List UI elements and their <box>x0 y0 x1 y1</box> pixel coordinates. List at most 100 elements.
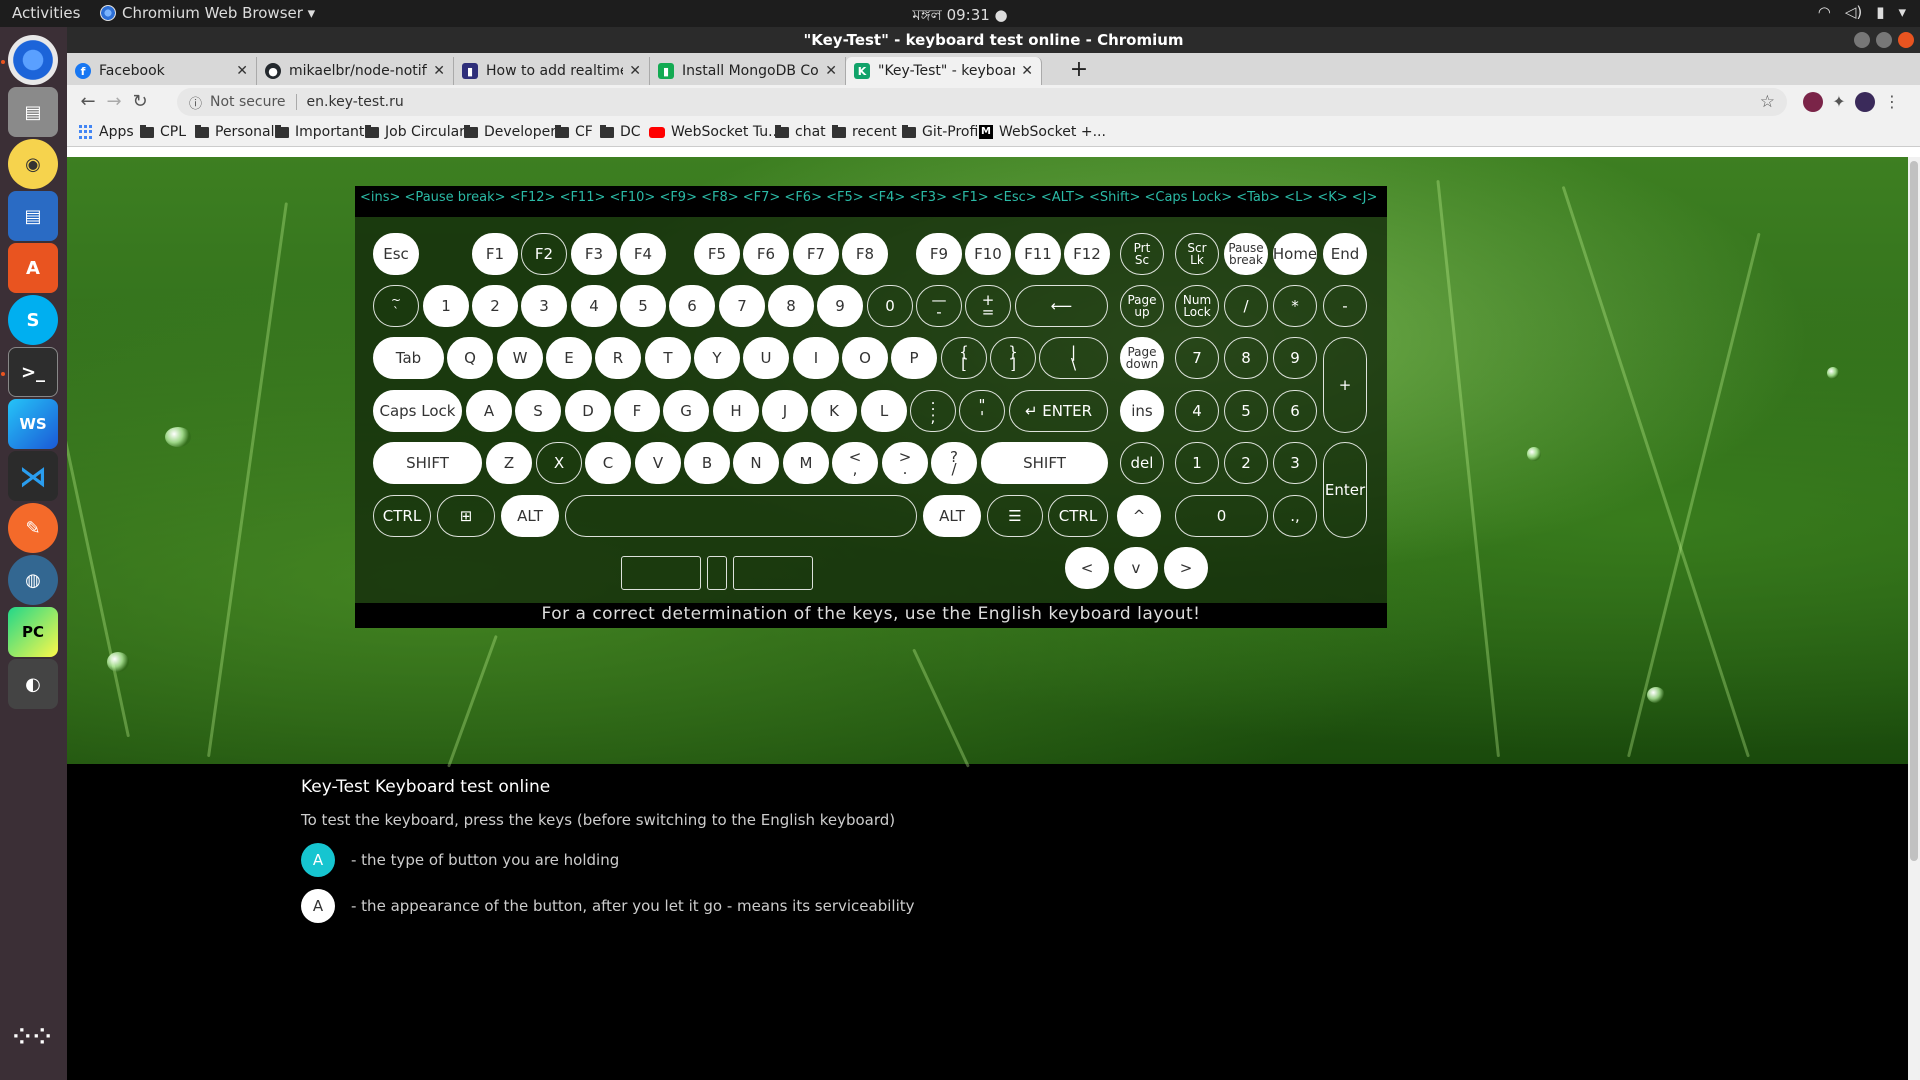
webstorm-dock-icon[interactable]: WS <box>8 399 58 449</box>
bookmark-git-profile[interactable]: Git-Profile <box>902 124 991 140</box>
bookmark-developer[interactable]: Developer <box>464 124 556 140</box>
key-npdiv[interactable]: / <box>1224 285 1268 327</box>
forward-icon[interactable]: → <box>103 91 125 113</box>
key-minus[interactable]: — - <box>916 285 962 327</box>
activities-button[interactable]: Activities <box>12 4 80 22</box>
key-d3[interactable]: 3 <box>521 285 567 327</box>
tab-key-test[interactable]: K "Key-Test" - keyboard test ✕ <box>846 57 1042 85</box>
key-b[interactable]: B <box>684 442 730 484</box>
key-np3[interactable]: 3 <box>1273 442 1317 484</box>
close-tab-icon[interactable]: ✕ <box>825 63 837 79</box>
minimize-icon[interactable] <box>1854 32 1870 48</box>
key-d2[interactable]: 2 <box>472 285 518 327</box>
bookmark-job-circular[interactable]: Job Circular <box>365 124 465 140</box>
close-tab-icon[interactable]: ✕ <box>433 63 445 79</box>
key-f10[interactable]: F10 <box>965 233 1011 275</box>
key-x[interactable]: X <box>536 442 582 484</box>
close-tab-icon[interactable]: ✕ <box>629 63 641 79</box>
key-npdot[interactable]: ., <box>1273 495 1317 537</box>
key-semi[interactable]: : ; <box>910 390 956 432</box>
key-lbrace[interactable]: { [ <box>941 337 987 379</box>
reload-icon[interactable]: ↻ <box>129 91 151 113</box>
key-f9[interactable]: F9 <box>916 233 962 275</box>
extensions-puzzle-icon[interactable]: ✦ <box>1829 92 1849 112</box>
back-icon[interactable]: ← <box>77 91 99 113</box>
app-menu[interactable]: Chromium Web Browser ▾ <box>100 4 315 22</box>
key-right[interactable]: > <box>1164 547 1208 589</box>
key-i[interactable]: I <box>793 337 839 379</box>
bookmark-personal[interactable]: Personal <box>195 124 275 140</box>
key-u[interactable]: U <box>743 337 789 379</box>
key-prtsc[interactable]: Prt Sc <box>1120 233 1164 275</box>
key-k[interactable]: K <box>811 390 857 432</box>
key-s[interactable]: S <box>515 390 561 432</box>
key-f12[interactable]: F12 <box>1064 233 1110 275</box>
key-c[interactable]: C <box>585 442 631 484</box>
close-icon[interactable] <box>1898 32 1914 48</box>
key-d[interactable]: D <box>565 390 611 432</box>
key-d4[interactable]: 4 <box>571 285 617 327</box>
bookmark-chat[interactable]: chat <box>775 124 826 140</box>
menu-kebab-icon[interactable]: ⋮ <box>1882 92 1902 112</box>
key-np2[interactable]: 2 <box>1224 442 1268 484</box>
rhythmbox-dock-icon[interactable]: ◉ <box>8 139 58 189</box>
key-down[interactable]: v <box>1114 547 1158 589</box>
files-dock-icon[interactable]: ▤ <box>8 87 58 137</box>
key-g[interactable]: G <box>663 390 709 432</box>
key-bslash[interactable]: | \ <box>1039 337 1108 379</box>
gimp-dock-icon[interactable]: ◐ <box>8 659 58 709</box>
key-np9[interactable]: 9 <box>1273 337 1317 379</box>
key-e[interactable]: E <box>546 337 592 379</box>
key-h[interactable]: H <box>713 390 759 432</box>
close-tab-icon[interactable]: ✕ <box>236 63 248 79</box>
key-j[interactable]: J <box>762 390 808 432</box>
key-comma[interactable]: < , <box>832 442 878 484</box>
postman-dock-icon[interactable]: ✎ <box>8 503 58 553</box>
key-home[interactable]: Home <box>1273 233 1317 275</box>
key-o[interactable]: O <box>842 337 888 379</box>
pgadmin-dock-icon[interactable]: ◍ <box>8 555 58 605</box>
key-t[interactable]: T <box>645 337 691 379</box>
address-bar[interactable]: ⓘ Not secure en.key-test.ru ☆ <box>177 88 1787 116</box>
key-v[interactable]: V <box>635 442 681 484</box>
info-icon[interactable]: ⓘ <box>189 93 202 112</box>
key-m[interactable]: M <box>783 442 829 484</box>
key-npenter[interactable]: Enter <box>1323 442 1367 538</box>
key-quote[interactable]: " ' <box>959 390 1005 432</box>
key-np1[interactable]: 1 <box>1175 442 1219 484</box>
key-np7[interactable]: 7 <box>1175 337 1219 379</box>
key-space[interactable] <box>565 495 917 537</box>
key-r[interactable]: R <box>595 337 641 379</box>
key-caps[interactable]: Caps Lock <box>373 390 462 432</box>
key-np0[interactable]: 0 <box>1175 495 1268 537</box>
key-scrlk[interactable]: Scr Lk <box>1175 233 1219 275</box>
key-backspace[interactable]: ⟵ <box>1015 285 1108 327</box>
tab-realtime-notif[interactable]: ▮ How to add realtime notif ✕ <box>454 57 650 85</box>
terminal-dock-icon[interactable]: >_ <box>8 347 58 397</box>
show-applications-icon[interactable]: ⁘⁘ <box>8 1012 58 1062</box>
key-ralt[interactable]: ALT <box>923 495 981 537</box>
key-f8[interactable]: F8 <box>842 233 888 275</box>
bookmark-cpl[interactable]: CPL <box>140 124 186 140</box>
key-f6[interactable]: F6 <box>743 233 789 275</box>
key-pgup[interactable]: Page up <box>1120 285 1164 327</box>
key-slash[interactable]: ? / <box>931 442 977 484</box>
key-f5[interactable]: F5 <box>694 233 740 275</box>
key-q[interactable]: Q <box>447 337 493 379</box>
key-rshift[interactable]: SHIFT <box>981 442 1108 484</box>
key-f4[interactable]: F4 <box>620 233 666 275</box>
bookmark-apps[interactable]: Apps <box>79 124 134 140</box>
key-f7[interactable]: F7 <box>793 233 839 275</box>
key-tab[interactable]: Tab <box>373 337 444 379</box>
touchpad-button-1[interactable] <box>621 556 701 590</box>
profile-avatar[interactable] <box>1855 92 1875 112</box>
key-np8[interactable]: 8 <box>1224 337 1268 379</box>
key-npadd[interactable]: + <box>1323 337 1367 433</box>
key-period[interactable]: > . <box>882 442 928 484</box>
key-d8[interactable]: 8 <box>768 285 814 327</box>
key-f3[interactable]: F3 <box>571 233 617 275</box>
key-d5[interactable]: 5 <box>620 285 666 327</box>
new-tab-button[interactable]: + <box>1067 59 1091 83</box>
bookmark-recent[interactable]: recent <box>832 124 897 140</box>
key-npmul[interactable]: * <box>1273 285 1317 327</box>
